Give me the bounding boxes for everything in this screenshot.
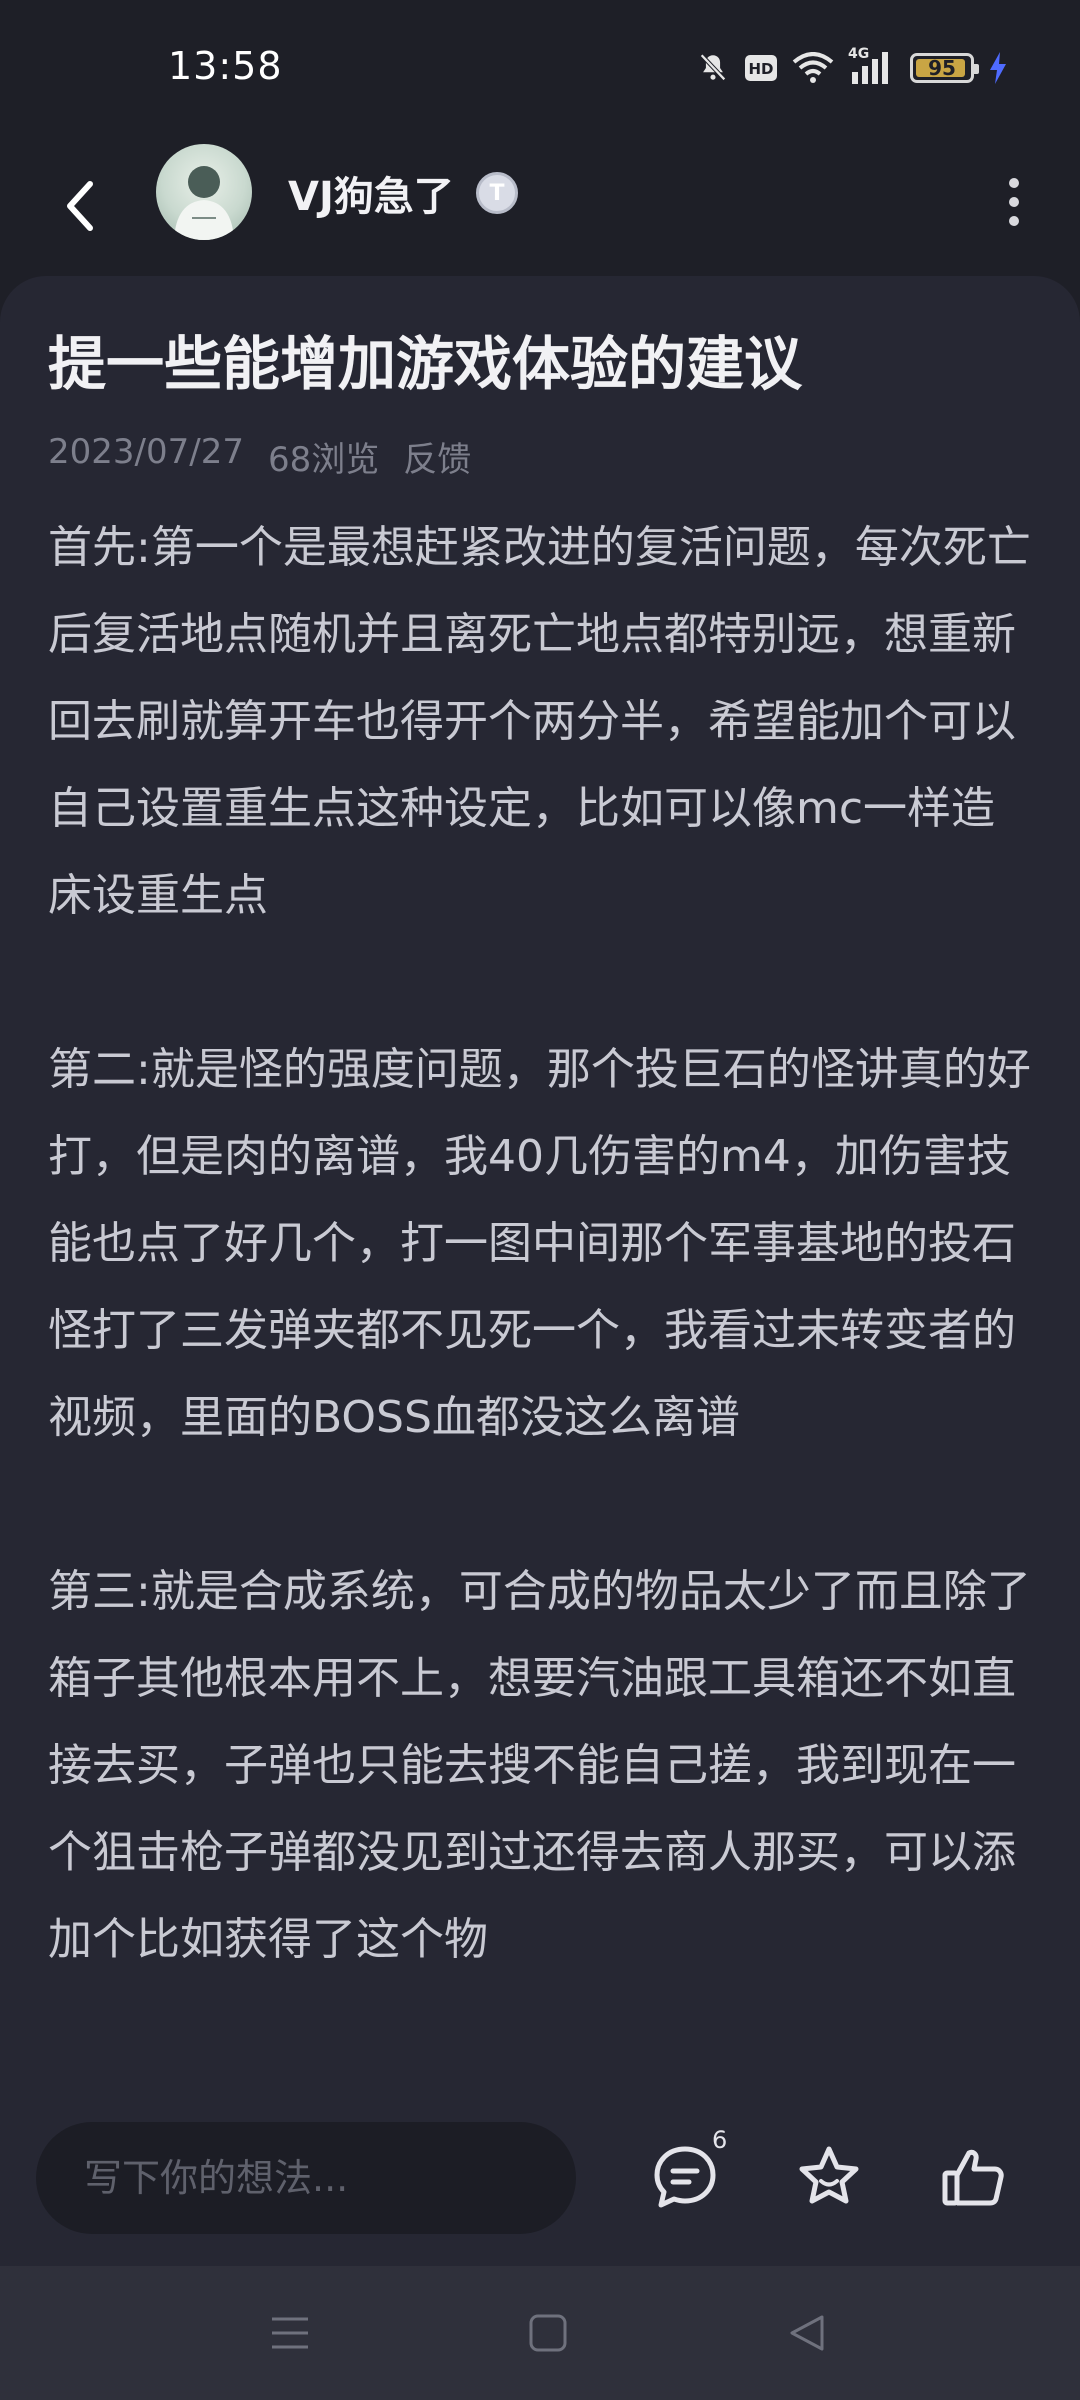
post-views: 68浏览: [267, 440, 380, 480]
avatar[interactable]: [156, 144, 252, 240]
svg-text:HD: HD: [748, 60, 773, 78]
post-header: VJ狗急了 T: [0, 136, 1080, 276]
menu-icon: [272, 2317, 308, 2349]
menu-nav-button[interactable]: [250, 2296, 330, 2370]
more-dot-icon: [1009, 197, 1019, 207]
action-bar: 6: [0, 2086, 1080, 2266]
more-dot-icon: [1009, 216, 1019, 226]
triangle-back-icon: [790, 2315, 824, 2351]
comment-count: 6: [712, 2126, 728, 2154]
status-icons: HD 4G 95: [696, 46, 1008, 90]
more-options-button[interactable]: [986, 162, 1042, 242]
post-paragraph: 首先:第一个是最想赶紧改进的复活问题，每次死亡后复活地点随机并且离死亡地点都特别…: [48, 522, 1031, 921]
status-time: 13:58: [168, 44, 283, 88]
star-icon: [799, 2146, 859, 2204]
user-badge: T: [476, 172, 518, 214]
post-category[interactable]: 反馈: [403, 432, 471, 481]
post-paragraph: 第三:就是合成系统，可合成的物品太少了而且除了箱子其他根本用不上，想要汽油跟工具…: [48, 1566, 1031, 1965]
back-nav-button[interactable]: [766, 2296, 846, 2370]
battery-level: 95: [928, 56, 956, 80]
thumbs-up-icon: [942, 2149, 1004, 2206]
hd-icon: HD: [744, 54, 778, 82]
wifi-icon: [792, 52, 834, 84]
post-date: 2023/07/27: [48, 432, 244, 472]
more-dot-icon: [1009, 178, 1019, 188]
battery-icon: 95: [910, 53, 979, 83]
status-bar: 13:58 HD 4G 95: [0, 0, 1080, 136]
square-icon: [529, 2314, 567, 2352]
post-title: 提一些能增加游戏体验的建议: [48, 330, 803, 398]
charging-icon: [988, 51, 1008, 85]
back-button[interactable]: [50, 166, 110, 246]
post-card: 提一些能增加游戏体验的建议 2023/07/27 68浏览 反馈 首先:第一个是…: [0, 276, 1080, 2266]
mute-bell-icon: [696, 51, 730, 85]
chevron-left-icon: [67, 181, 93, 231]
post-paragraph: 第二:就是怪的强度问题，那个投巨石的怪讲真的好打，但是肉的离谱，我40几伤害的m…: [48, 1044, 1031, 1443]
post-body: 首先:第一个是最想赶紧改进的复活问题，每次死亡后复活地点随机并且离死亡地点都特别…: [48, 504, 1038, 2070]
favorite-button[interactable]: [784, 2132, 874, 2222]
signal-icon: 4G: [848, 46, 896, 86]
home-nav-button[interactable]: [508, 2296, 588, 2370]
like-button[interactable]: [928, 2132, 1018, 2222]
username[interactable]: VJ狗急了: [288, 164, 454, 222]
avatar-image: [174, 166, 234, 240]
comment-icon: [654, 2146, 716, 2208]
post-meta: 2023/07/27 68浏览 反馈: [48, 432, 471, 481]
system-nav-bar: [0, 2266, 1080, 2400]
comment-input[interactable]: [36, 2122, 576, 2234]
